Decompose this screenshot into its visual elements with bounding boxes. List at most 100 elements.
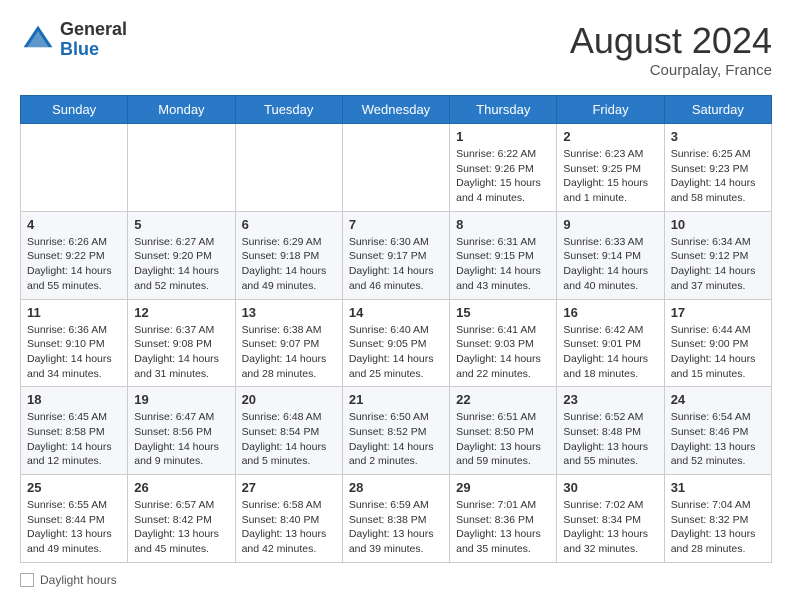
day-info: Sunrise: 6:34 AMSunset: 9:12 PMDaylight:… <box>671 235 765 294</box>
calendar-week-row: 18 Sunrise: 6:45 AMSunset: 8:58 PMDayligh… <box>21 387 772 475</box>
weekday-header: Wednesday <box>342 96 449 124</box>
day-info: Sunrise: 6:51 AMSunset: 8:50 PMDaylight:… <box>456 410 550 469</box>
day-number: 2 <box>563 129 657 144</box>
day-number: 19 <box>134 392 228 407</box>
calendar-cell: 31 Sunrise: 7:04 AMSunset: 8:32 PMDayligh… <box>664 475 771 563</box>
day-info: Sunrise: 6:38 AMSunset: 9:07 PMDaylight:… <box>242 323 336 382</box>
day-info: Sunrise: 6:55 AMSunset: 8:44 PMDaylight:… <box>27 498 121 557</box>
calendar-cell <box>235 124 342 212</box>
day-number: 22 <box>456 392 550 407</box>
day-number: 25 <box>27 480 121 495</box>
day-info: Sunrise: 6:42 AMSunset: 9:01 PMDaylight:… <box>563 323 657 382</box>
calendar-cell: 6 Sunrise: 6:29 AMSunset: 9:18 PMDaylight… <box>235 211 342 299</box>
day-number: 8 <box>456 217 550 232</box>
calendar-week-row: 4 Sunrise: 6:26 AMSunset: 9:22 PMDaylight… <box>21 211 772 299</box>
logo-blue-text: Blue <box>60 40 127 60</box>
day-number: 21 <box>349 392 443 407</box>
weekday-header: Saturday <box>664 96 771 124</box>
day-info: Sunrise: 6:36 AMSunset: 9:10 PMDaylight:… <box>27 323 121 382</box>
day-number: 17 <box>671 305 765 320</box>
logo: General Blue <box>20 20 127 60</box>
day-info: Sunrise: 6:26 AMSunset: 9:22 PMDaylight:… <box>27 235 121 294</box>
title-block: August 2024 Courpalay, France <box>570 20 772 79</box>
day-number: 26 <box>134 480 228 495</box>
calendar-cell: 29 Sunrise: 7:01 AMSunset: 8:36 PMDayligh… <box>450 475 557 563</box>
day-info: Sunrise: 6:33 AMSunset: 9:14 PMDaylight:… <box>563 235 657 294</box>
calendar-cell <box>342 124 449 212</box>
calendar-week-row: 25 Sunrise: 6:55 AMSunset: 8:44 PMDayligh… <box>21 475 772 563</box>
day-number: 27 <box>242 480 336 495</box>
day-number: 10 <box>671 217 765 232</box>
day-number: 23 <box>563 392 657 407</box>
calendar-cell: 19 Sunrise: 6:47 AMSunset: 8:56 PMDayligh… <box>128 387 235 475</box>
day-info: Sunrise: 6:27 AMSunset: 9:20 PMDaylight:… <box>134 235 228 294</box>
day-number: 16 <box>563 305 657 320</box>
calendar-cell <box>128 124 235 212</box>
day-number: 15 <box>456 305 550 320</box>
calendar-cell: 3 Sunrise: 6:25 AMSunset: 9:23 PMDaylight… <box>664 124 771 212</box>
calendar-cell: 20 Sunrise: 6:48 AMSunset: 8:54 PMDayligh… <box>235 387 342 475</box>
calendar-table: SundayMondayTuesdayWednesdayThursdayFrid… <box>20 95 772 563</box>
day-info: Sunrise: 6:48 AMSunset: 8:54 PMDaylight:… <box>242 410 336 469</box>
calendar-cell: 28 Sunrise: 6:59 AMSunset: 8:38 PMDayligh… <box>342 475 449 563</box>
calendar-cell: 11 Sunrise: 6:36 AMSunset: 9:10 PMDayligh… <box>21 299 128 387</box>
day-number: 13 <box>242 305 336 320</box>
day-number: 3 <box>671 129 765 144</box>
day-number: 4 <box>27 217 121 232</box>
daylight-label: Daylight hours <box>40 573 117 587</box>
calendar-cell: 2 Sunrise: 6:23 AMSunset: 9:25 PMDaylight… <box>557 124 664 212</box>
day-info: Sunrise: 6:58 AMSunset: 8:40 PMDaylight:… <box>242 498 336 557</box>
month-year: August 2024 <box>570 20 772 62</box>
calendar-cell: 18 Sunrise: 6:45 AMSunset: 8:58 PMDayligh… <box>21 387 128 475</box>
day-info: Sunrise: 7:01 AMSunset: 8:36 PMDaylight:… <box>456 498 550 557</box>
day-number: 28 <box>349 480 443 495</box>
weekday-header: Tuesday <box>235 96 342 124</box>
day-number: 14 <box>349 305 443 320</box>
day-info: Sunrise: 6:52 AMSunset: 8:48 PMDaylight:… <box>563 410 657 469</box>
logo-icon <box>20 22 56 58</box>
day-info: Sunrise: 6:30 AMSunset: 9:17 PMDaylight:… <box>349 235 443 294</box>
day-number: 5 <box>134 217 228 232</box>
day-info: Sunrise: 6:31 AMSunset: 9:15 PMDaylight:… <box>456 235 550 294</box>
day-number: 18 <box>27 392 121 407</box>
calendar-cell: 9 Sunrise: 6:33 AMSunset: 9:14 PMDaylight… <box>557 211 664 299</box>
day-info: Sunrise: 6:23 AMSunset: 9:25 PMDaylight:… <box>563 147 657 206</box>
day-info: Sunrise: 6:45 AMSunset: 8:58 PMDaylight:… <box>27 410 121 469</box>
calendar-cell: 10 Sunrise: 6:34 AMSunset: 9:12 PMDayligh… <box>664 211 771 299</box>
calendar-week-row: 1Sunrise: 6:22 AMSunset: 9:26 PMDaylight… <box>21 124 772 212</box>
daylight-legend-box <box>20 573 34 587</box>
calendar-cell: 14 Sunrise: 6:40 AMSunset: 9:05 PMDayligh… <box>342 299 449 387</box>
day-number: 20 <box>242 392 336 407</box>
day-number: 9 <box>563 217 657 232</box>
calendar-cell: 5 Sunrise: 6:27 AMSunset: 9:20 PMDaylight… <box>128 211 235 299</box>
weekday-header: Monday <box>128 96 235 124</box>
calendar-cell: 16 Sunrise: 6:42 AMSunset: 9:01 PMDayligh… <box>557 299 664 387</box>
location: Courpalay, France <box>570 62 772 79</box>
calendar-cell: 15Sunrise: 6:41 AMSunset: 9:03 PMDayligh… <box>450 299 557 387</box>
calendar-cell: 24Sunrise: 6:54 AMSunset: 8:46 PMDayligh… <box>664 387 771 475</box>
calendar-cell: 4 Sunrise: 6:26 AMSunset: 9:22 PMDaylight… <box>21 211 128 299</box>
day-info: Sunrise: 7:04 AMSunset: 8:32 PMDaylight:… <box>671 498 765 557</box>
calendar-cell: 7 Sunrise: 6:30 AMSunset: 9:17 PMDaylight… <box>342 211 449 299</box>
calendar-cell <box>21 124 128 212</box>
day-info: Sunrise: 6:54 AMSunset: 8:46 PMDaylight:… <box>671 410 765 469</box>
calendar-cell: 21Sunrise: 6:50 AMSunset: 8:52 PMDayligh… <box>342 387 449 475</box>
day-number: 12 <box>134 305 228 320</box>
day-info: Sunrise: 7:02 AMSunset: 8:34 PMDaylight:… <box>563 498 657 557</box>
day-info: Sunrise: 6:29 AMSunset: 9:18 PMDaylight:… <box>242 235 336 294</box>
day-info: Sunrise: 6:25 AMSunset: 9:23 PMDaylight:… <box>671 147 765 206</box>
day-number: 11 <box>27 305 121 320</box>
footer: Daylight hours <box>20 573 772 587</box>
day-number: 7 <box>349 217 443 232</box>
day-number: 6 <box>242 217 336 232</box>
day-info: Sunrise: 6:37 AMSunset: 9:08 PMDaylight:… <box>134 323 228 382</box>
calendar-cell: 17Sunrise: 6:44 AMSunset: 9:00 PMDayligh… <box>664 299 771 387</box>
day-info: Sunrise: 6:47 AMSunset: 8:56 PMDaylight:… <box>134 410 228 469</box>
day-info: Sunrise: 6:40 AMSunset: 9:05 PMDaylight:… <box>349 323 443 382</box>
day-info: Sunrise: 6:59 AMSunset: 8:38 PMDaylight:… <box>349 498 443 557</box>
day-number: 29 <box>456 480 550 495</box>
calendar-cell: 23 Sunrise: 6:52 AMSunset: 8:48 PMDayligh… <box>557 387 664 475</box>
calendar-cell: 27 Sunrise: 6:58 AMSunset: 8:40 PMDayligh… <box>235 475 342 563</box>
day-number: 31 <box>671 480 765 495</box>
day-number: 30 <box>563 480 657 495</box>
